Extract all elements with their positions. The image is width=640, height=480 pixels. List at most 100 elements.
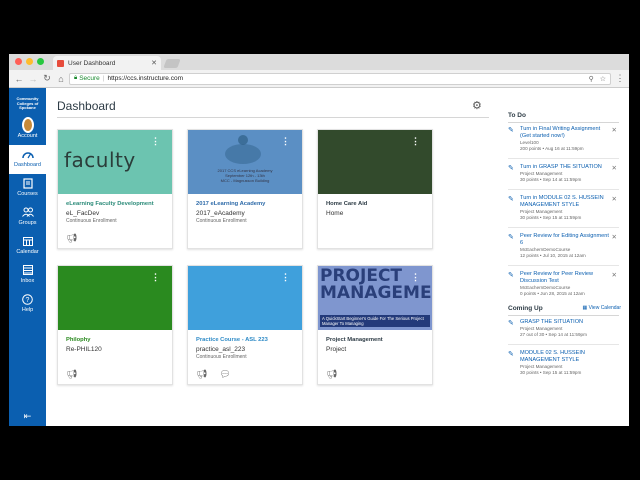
browser-tab[interactable]: User Dashboard ✕ [53,56,161,70]
card-options-icon[interactable]: ⋮ [281,272,290,283]
todo-title[interactable]: Turn in GRASP THE SITUATION [520,164,609,171]
card-hero[interactable]: ⋮ [188,266,302,330]
collapse-nav-icon[interactable]: ⇤ [9,411,46,422]
browser-menu-icon[interactable]: ⋮ [615,73,625,84]
card-options-icon[interactable]: ⋮ [151,136,160,147]
course-name[interactable]: eLearning Faculty Development [66,201,164,208]
nav-item-label: Groups [18,220,37,226]
nav-item-groups[interactable]: Groups [9,203,46,232]
calendar-icon [22,235,34,247]
window-controls [15,58,44,65]
item-divider [508,265,619,266]
dismiss-icon[interactable]: ✕ [612,233,617,241]
minimize-window-button[interactable] [26,58,33,65]
zoom-window-button[interactable] [37,58,44,65]
dismiss-icon[interactable]: ✕ [612,195,617,203]
todo-item[interactable]: ✎ ✕ Peer Review for Peer Review Discussi… [498,271,629,297]
announcements-icon[interactable]: 📢︎ [66,369,77,380]
course-name[interactable]: Project Management [326,337,424,344]
announcements-icon[interactable]: 📢︎ [66,233,77,244]
todo-meta: 200 points • Aug 16 at 11:59pm [520,146,584,151]
view-calendar-link[interactable]: ▦ View Calendar [582,305,621,311]
item-divider [508,189,619,190]
announcements-icon[interactable]: 📢︎ [196,369,207,380]
lock-icon: 🔒︎ [74,75,78,81]
help-icon: ? [22,293,34,305]
dismiss-icon[interactable]: ✕ [612,126,617,134]
course-code: Re-PHIL120 [66,346,102,353]
gear-icon[interactable]: ⚙ [472,99,482,112]
card-hero[interactable]: ⋮ [318,130,432,194]
coming-up-item[interactable]: ✎ MODULE 02 S. HUSSEIN MANAGEMENT STYLE … [498,350,629,376]
nav-item-courses[interactable]: Courses [9,174,46,203]
bookmark-star-icon[interactable]: ☆ [600,75,606,83]
item-divider [508,344,619,345]
new-tab-button[interactable] [163,59,181,68]
forward-arrow-icon[interactable]: → [27,73,39,85]
course-card[interactable]: faculty ⋮ eLearning Faculty Development … [57,129,173,249]
card-hero[interactable]: ⋮ [58,266,172,330]
card-hero[interactable]: faculty ⋮ [58,130,172,194]
course-name[interactable]: Practice Course - ASL 223 [196,337,294,344]
reload-icon[interactable]: ↻ [41,73,53,85]
institution-logo[interactable]: Community Colleges of Spokane [9,88,46,116]
todo-title[interactable]: Peer Review for Editing Assignment 6 [520,233,609,247]
card-body: 2017 eLearning Academy 2017_eAcademy Con… [188,194,302,248]
card-hero[interactable]: 2017 CCS eLearning Academy September 12t… [188,130,302,194]
course-name[interactable]: Home Care Aid [326,201,424,208]
peer-review-icon: ✎ [508,234,514,241]
course-card[interactable]: ⋮ Home Care Aid Home [317,129,433,249]
card-options-icon[interactable]: ⋮ [411,136,420,147]
url-field[interactable]: 🔒︎ Secure | https://ccs.instructure.com … [69,72,611,85]
card-options-icon[interactable]: ⋮ [411,272,420,283]
assignment-icon: ✎ [508,127,514,134]
todo-title[interactable]: Peer Review for Peer Review Discussion T… [520,271,609,285]
todo-title[interactable]: Turn in Final Writing Assignment (Get st… [520,126,609,140]
dismiss-icon[interactable]: ✕ [612,271,617,279]
todo-item[interactable]: ✎ ✕ Peer Review for Editing Assignment 6… [498,233,629,259]
nav-item-dashboard[interactable]: Dashboard [9,145,46,174]
discussions-icon[interactable]: 💬︎ [219,369,230,380]
todo-item[interactable]: ✎ ✕ Turn in MODULE 02 S. HUSSEIN MANAGEM… [498,195,629,221]
assignment-icon: ✎ [508,320,514,327]
coming-title[interactable]: GRASP THE SITUATION [520,319,609,326]
screen-frame: User Dashboard ✕ ← → ↻ ⌂ 🔒︎ Secure | htt… [0,0,640,480]
todo-heading: To Do [508,112,526,119]
browser-window: User Dashboard ✕ ← → ↻ ⌂ 🔒︎ Secure | htt… [9,54,629,426]
course-name[interactable]: 2017 eLearning Academy [196,201,294,208]
home-icon[interactable]: ⌂ [55,73,67,85]
hero-line: MCC - Magnusson Building [220,178,270,183]
course-card[interactable]: ⋮ Philophy Re-PHIL120 📢︎ [57,265,173,385]
assignment-icon: ✎ [508,196,514,203]
course-card[interactable]: ⋮ Practice Course - ASL 223 practice_asl… [187,265,303,385]
card-hero[interactable]: PROJECT MANAGEMENT A QuickStart Beginner… [318,266,432,330]
todo-item[interactable]: ✎ ✕ Turn in GRASP THE SITUATION Project … [498,164,629,183]
close-window-button[interactable] [15,58,22,65]
coming-up-item[interactable]: ✎ GRASP THE SITUATION Project Management… [498,319,629,338]
card-options-icon[interactable]: ⋮ [151,272,160,283]
nav-item-account[interactable]: Account [9,116,46,145]
dismiss-icon[interactable]: ✕ [612,164,617,172]
course-card[interactable]: PROJECT MANAGEMENT A QuickStart Beginner… [317,265,433,385]
todo-divider [508,122,619,123]
back-arrow-icon[interactable]: ← [13,73,25,85]
todo-title[interactable]: Turn in MODULE 02 S. HUSSEIN MANAGEMENT … [520,195,609,209]
course-name[interactable]: Philophy [66,337,164,344]
todo-meta: 30 points • Sep 15 at 11:59pm [520,215,582,220]
course-term: Continuous Enrollment [66,218,117,224]
nav-item-help[interactable]: ? Help [9,290,46,319]
todo-item[interactable]: ✎ ✕ Turn in Final Writing Assignment (Ge… [498,126,629,152]
nav-item-calendar[interactable]: Calendar [9,232,46,261]
course-card[interactable]: 2017 CCS eLearning Academy September 12t… [187,129,303,249]
zoom-icon[interactable]: ⚲ [589,75,594,83]
announcements-icon[interactable]: 📢︎ [326,369,337,380]
nav-item-inbox[interactable]: Inbox [9,261,46,290]
coming-meta: 30 points • Sep 15 at 11:59pm [520,370,582,375]
item-divider [508,227,619,228]
tab-close-icon[interactable]: ✕ [151,59,157,67]
card-body: Project Management Project 📢︎ [318,330,432,384]
nav-item-label: Dashboard [14,162,41,168]
global-navigation: Community Colleges of Spokane Account Da… [9,88,46,426]
card-options-icon[interactable]: ⋮ [281,136,290,147]
coming-title[interactable]: MODULE 02 S. HUSSEIN MANAGEMENT STYLE [520,350,609,364]
